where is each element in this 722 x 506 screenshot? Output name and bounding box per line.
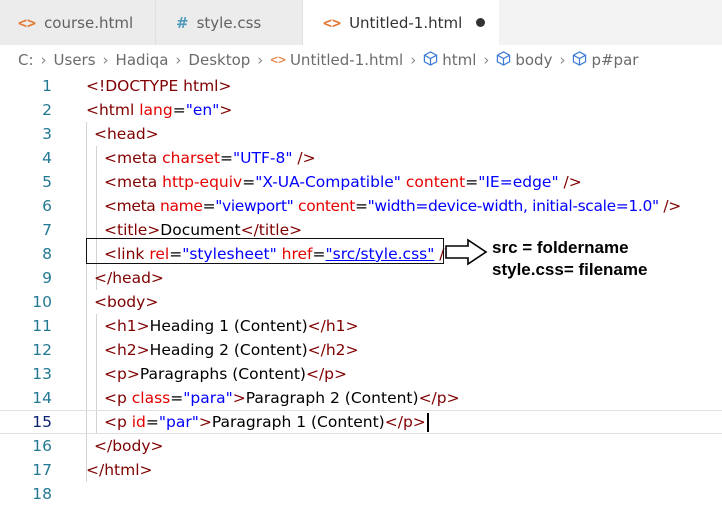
code-line[interactable]: 11 <h1>Heading 1 (Content)</h1>	[0, 314, 722, 338]
line-number: 5	[42, 173, 52, 191]
code-line[interactable]: 2 <html lang="en">	[0, 98, 722, 122]
breadcrumb-item[interactable]: html	[442, 51, 476, 69]
code-text: <!DOCTYPE html>	[86, 77, 232, 95]
breadcrumb-item[interactable]: Users	[54, 51, 96, 69]
code-text: <body>	[94, 293, 159, 311]
code-line[interactable]: 18	[0, 482, 722, 506]
line-number: 9	[42, 269, 52, 287]
tab-course-html[interactable]: <> course.html	[0, 0, 156, 45]
line-number: 8	[42, 245, 52, 263]
line-number: 16	[32, 437, 52, 455]
unsaved-dot-icon[interactable]	[476, 18, 486, 27]
chevron-right-icon: ›	[410, 51, 417, 69]
code-line[interactable]: 16 </body>	[0, 434, 722, 458]
code-text: <p class="para">Paragraph 2 (Content)</p…	[104, 389, 460, 407]
breadcrumb-item[interactable]: body	[515, 51, 552, 69]
annotation-box	[86, 238, 444, 264]
code-text: <title>Document</title>	[104, 221, 303, 239]
chevron-right-icon: ›	[175, 51, 182, 69]
code-text: </body>	[94, 437, 164, 455]
code-line[interactable]: 12 <h2>Heading 2 (Content)</h2>	[0, 338, 722, 362]
breadcrumb-item[interactable]: C:	[18, 51, 34, 69]
code-line[interactable]: 13 <p>Paragraphs (Content)</p>	[0, 362, 722, 386]
code-text: <h1>Heading 1 (Content)</h1>	[104, 317, 359, 335]
code-text: </head>	[94, 269, 164, 287]
code-text: <p id="par">Paragraph 1 (Content)</p>	[104, 412, 429, 432]
tab-label: Untitled-1.html	[349, 13, 463, 32]
code-text: <meta name="viewport" content="width=dev…	[104, 197, 681, 215]
line-number: 3	[42, 125, 52, 143]
tab-label: style.css	[196, 13, 262, 32]
chevron-right-icon: ›	[257, 51, 264, 69]
element-cube-icon	[496, 50, 511, 70]
annotation-text: src = foldername	[492, 238, 629, 257]
code-line[interactable]: 5 <meta http-equiv="X-UA-Compatible" con…	[0, 170, 722, 194]
code-line-active[interactable]: 15 <p id="par">Paragraph 1 (Content)</p>	[0, 410, 722, 434]
tab-bar: <> course.html # style.css <> Untitled-1…	[0, 0, 722, 45]
code-text: <meta http-equiv="X-UA-Compatible" conte…	[104, 173, 582, 191]
line-number: 17	[32, 461, 52, 479]
css-file-icon: #	[176, 13, 189, 32]
code-text: <head>	[94, 125, 159, 143]
line-number: 2	[42, 101, 52, 119]
html-file-icon: <>	[323, 13, 342, 32]
breadcrumb-item[interactable]: Hadiqa	[116, 51, 169, 69]
line-number: 1	[42, 77, 52, 95]
tab-style-css[interactable]: # style.css	[156, 0, 303, 45]
breadcrumb-item[interactable]: Untitled-1.html	[290, 51, 403, 69]
chevron-right-icon: ›	[102, 51, 109, 69]
breadcrumb-item[interactable]: Desktop	[188, 51, 250, 69]
line-number: 14	[32, 389, 52, 407]
line-number: 15	[32, 413, 52, 431]
element-cube-icon	[423, 50, 438, 70]
code-text: <p>Paragraphs (Content)</p>	[104, 365, 348, 383]
code-line[interactable]: 1 <!DOCTYPE html>	[0, 74, 722, 98]
line-number: 13	[32, 365, 52, 383]
breadcrumb: C: › Users › Hadiqa › Desktop › <> Untit…	[18, 49, 638, 71]
html-file-icon: <>	[270, 52, 286, 68]
chevron-right-icon: ›	[559, 51, 566, 69]
code-text: <html lang="en">	[86, 101, 233, 119]
code-line[interactable]: 4 <meta charset="UTF-8" />	[0, 146, 722, 170]
annotation-text: style.css= filename	[492, 260, 648, 279]
element-cube-icon	[572, 50, 587, 70]
code-line[interactable]: 6 <meta name="viewport" content="width=d…	[0, 194, 722, 218]
annotation-arrow-icon	[445, 238, 488, 266]
chevron-right-icon: ›	[483, 51, 490, 69]
code-text: <meta charset="UTF-8" />	[104, 149, 316, 167]
code-line[interactable]: 17 </html>	[0, 458, 722, 482]
line-number: 11	[32, 317, 52, 335]
line-number: 12	[32, 341, 52, 359]
code-line[interactable]: 10 <body>	[0, 290, 722, 314]
code-line[interactable]: 3 <head>	[0, 122, 722, 146]
line-number: 18	[32, 485, 52, 503]
chevron-right-icon: ›	[40, 51, 47, 69]
code-text: <h2>Heading 2 (Content)</h2>	[104, 341, 359, 359]
tab-label: course.html	[44, 13, 134, 32]
breadcrumb-item[interactable]: p#par	[591, 51, 638, 69]
tab-untitled-1-html[interactable]: <> Untitled-1.html	[303, 0, 499, 45]
line-number: 4	[42, 149, 52, 167]
code-line[interactable]: 14 <p class="para">Paragraph 2 (Content)…	[0, 386, 722, 410]
html-file-icon: <>	[18, 13, 37, 32]
line-number: 7	[42, 221, 52, 239]
text-cursor	[426, 412, 429, 432]
line-number: 6	[42, 197, 52, 215]
line-number: 10	[32, 293, 52, 311]
code-text: </html>	[86, 461, 153, 479]
